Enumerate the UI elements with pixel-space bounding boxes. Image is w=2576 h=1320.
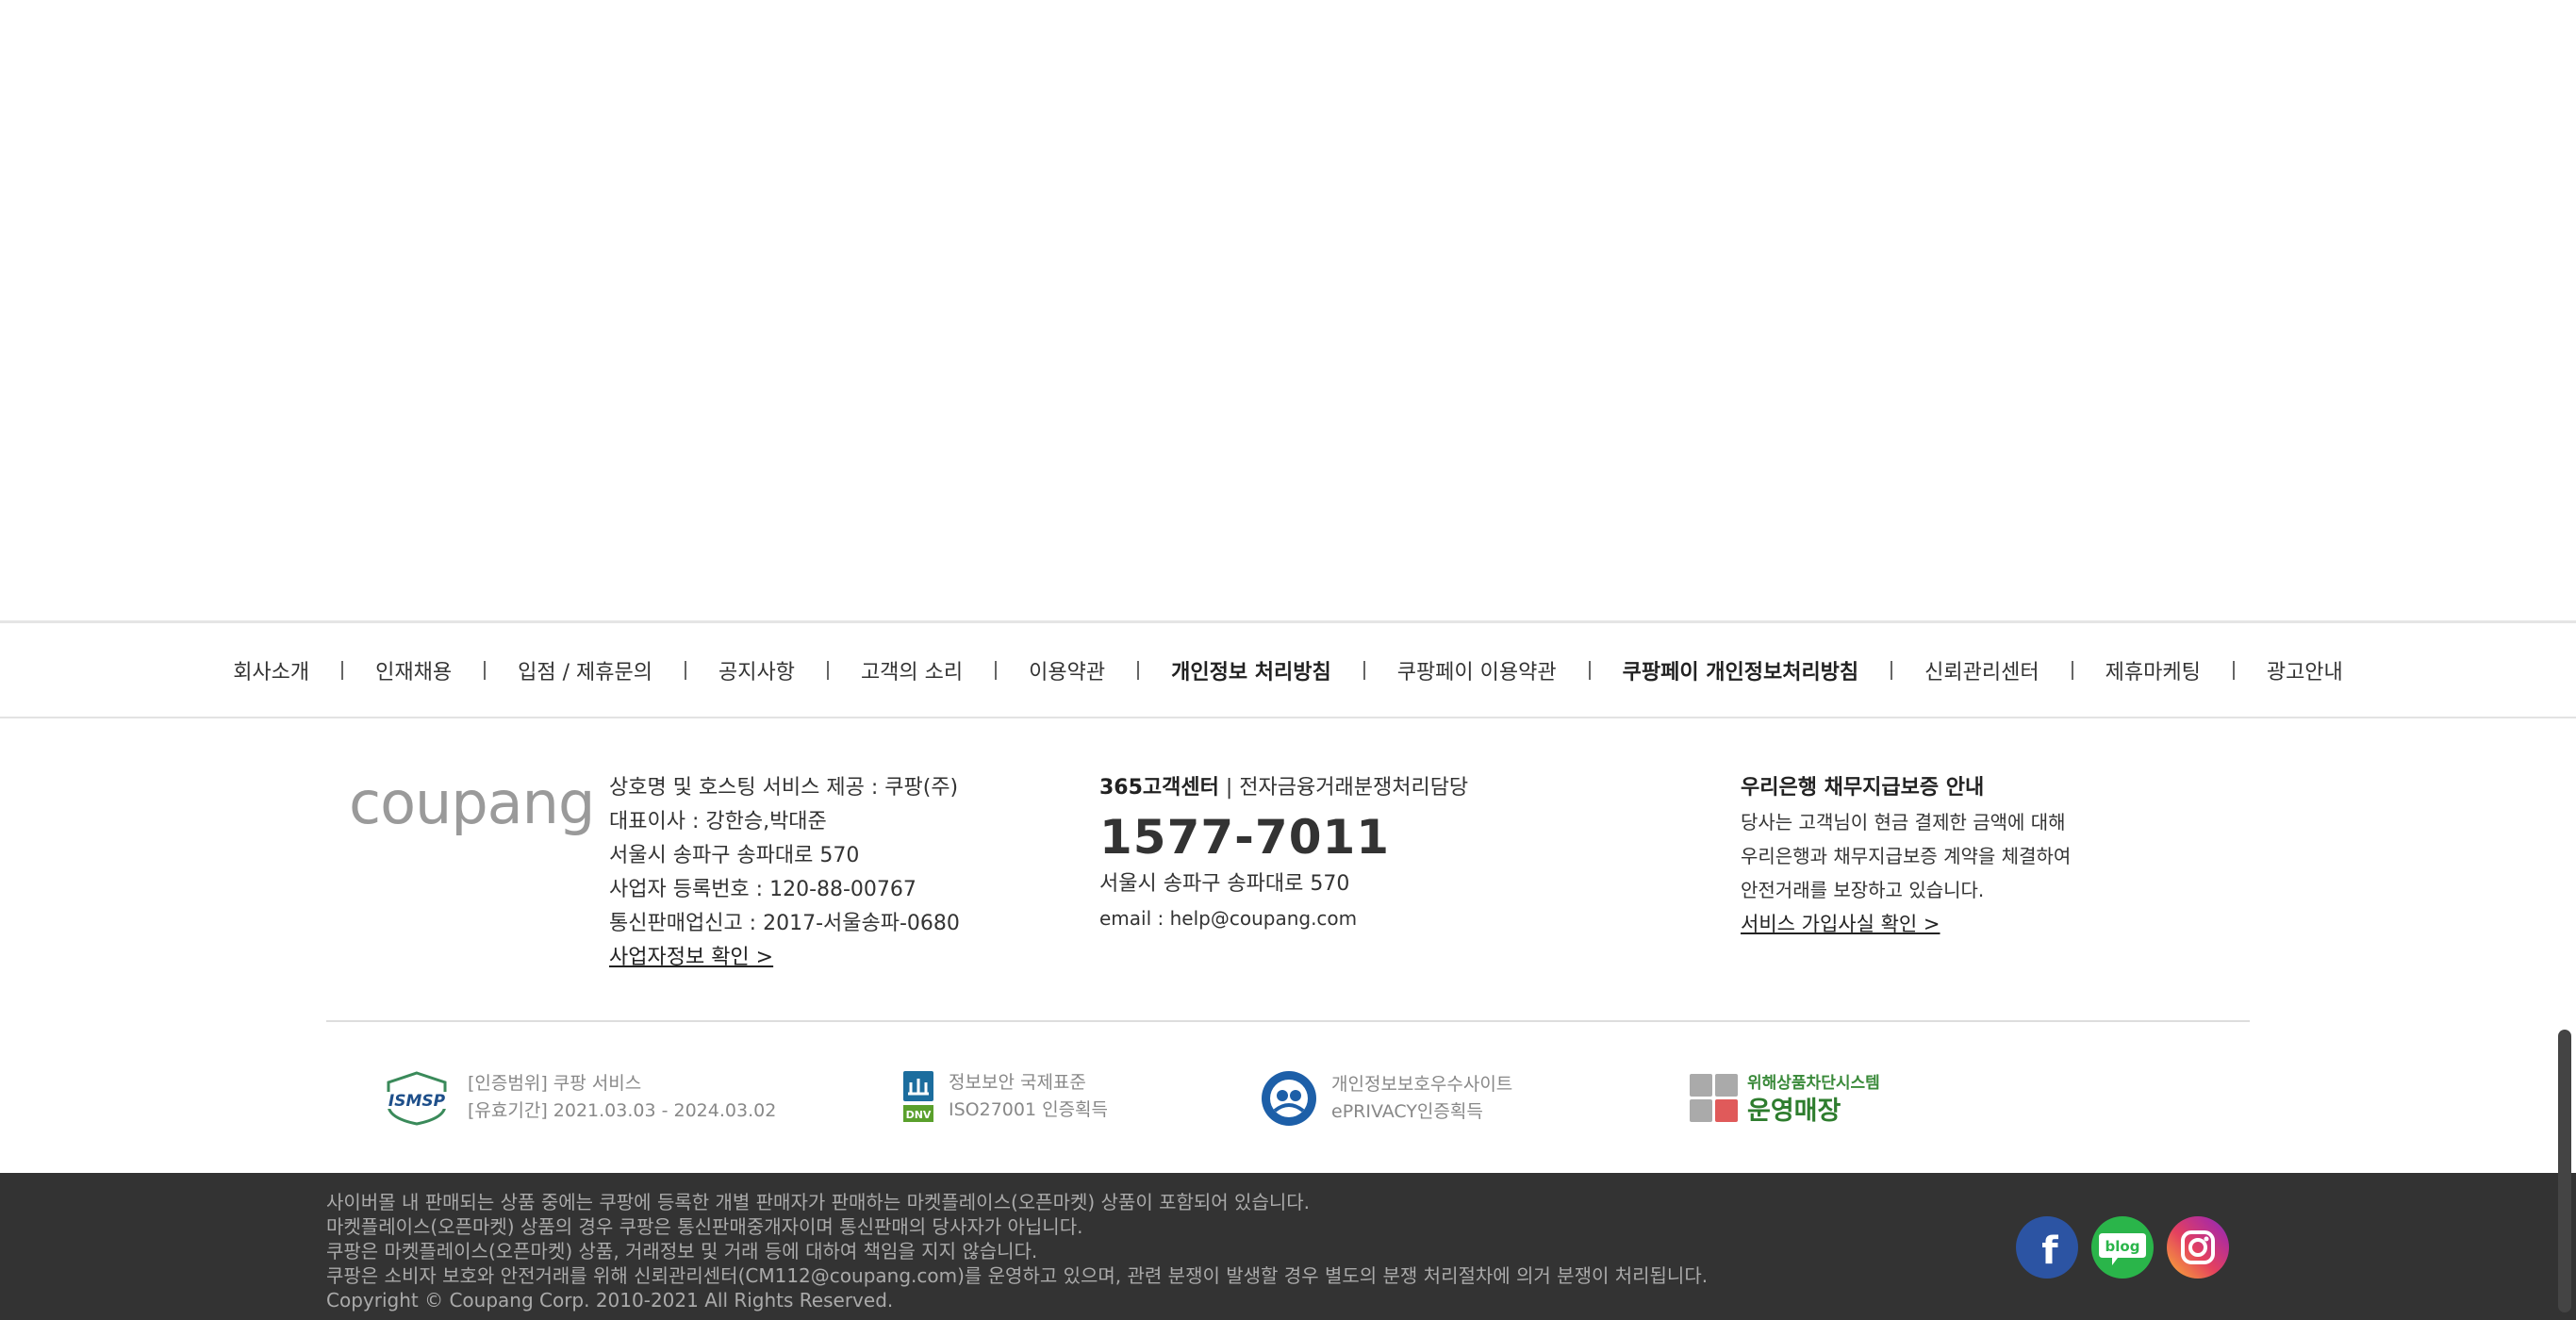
eprivacy-line-1: 개인정보보호우수사이트 [1331, 1074, 1513, 1095]
store-line-1: 위해상품차단시스템 [1747, 1074, 1880, 1093]
dnv-badge-icon: DNV [903, 1071, 933, 1122]
nav-separator [684, 660, 686, 680]
nav-separator [1137, 660, 1140, 680]
harmful-product-block-cert: 위해상품차단시스템 운영매장 [1690, 1069, 1880, 1126]
nav-terms[interactable]: 이용약관 [1029, 655, 1105, 685]
business-info-link[interactable]: 사업자정보 확인 > [609, 946, 773, 969]
copyright: Copyright © Coupang Corp. 2010-2021 All … [326, 1289, 894, 1312]
nav-advertising[interactable]: 광고안내 [2267, 655, 2343, 685]
cs-title-rest: | 전자금융거래분쟁처리담당 [1218, 776, 1469, 800]
nav-separator [1362, 660, 1365, 680]
nav-notice[interactable]: 공지사항 [718, 655, 795, 685]
coupang-logo: coupang [349, 768, 595, 837]
nav-careers[interactable]: 인재채용 [375, 655, 452, 685]
iso-cert: DNV 정보보안 국제표준 ISO27001 인증획득 [901, 1069, 1108, 1124]
page: 회사소개 인재채용 입점 / 제휴문의 공지사항 고객의 소리 이용약관 개인정… [0, 0, 2576, 1320]
nav-separator [484, 660, 487, 680]
customer-service: 365고객센터 | 전자금융거래분쟁처리담당 1577-7011 서울시 송파구… [1099, 771, 1468, 935]
store-text: 위해상품차단시스템 운영매장 [1747, 1069, 1880, 1126]
facebook-icon[interactable]: f [2016, 1216, 2078, 1279]
store-badge-icon [1690, 1073, 1738, 1122]
iso-line-1: 정보보안 국제표준 [949, 1072, 1086, 1093]
nav-coupangpay-terms[interactable]: 쿠팡페이 이용약관 [1397, 655, 1557, 685]
mail-order-number: 통신판매업신고 : 2017-서울송파-0680 [609, 912, 960, 935]
isms-badge-icon: ISMSP [381, 1071, 453, 1126]
eprivacy-cert: 개인정보보호우수사이트 ePRIVACY인증획득 [1260, 1069, 1512, 1128]
cs-phone[interactable]: 1577-7011 [1099, 809, 1468, 866]
bank-line-1: 당사는 고객님이 현금 결제한 금액에 대해 [1741, 811, 2066, 833]
nav-separator [2071, 660, 2073, 680]
social-links: f blog [2003, 1216, 2229, 1279]
legal-notices: 사이버몰 내 판매되는 상품 중에는 쿠팡에 등록한 개별 판매자가 판매하는 … [326, 1190, 1708, 1312]
company-address: 서울시 송파구 송파대로 570 [609, 844, 860, 867]
nav-separator [341, 660, 344, 680]
nav-affiliate-marketing[interactable]: 제휴마케팅 [2105, 655, 2201, 685]
bank-title: 우리은행 채무지급보증 안내 [1741, 776, 1985, 800]
nav-trust-center[interactable]: 신뢰관리센터 [1924, 655, 2039, 685]
blog-glyph: blog [2105, 1238, 2140, 1255]
nav-customer-voice[interactable]: 고객의 소리 [861, 655, 963, 685]
isms-cert: ISMSP [인증범위] 쿠팡 서비스 [유효기간] 2021.03.03 - … [379, 1069, 776, 1126]
scrollbar-thumb[interactable] [2558, 1030, 2571, 1312]
dnv-logo-text: DNV [906, 1109, 932, 1121]
service-subscription-link[interactable]: 서비스 가입사실 확인 > [1741, 913, 1940, 935]
company-info: 상호명 및 호스팅 서비스 제공 : 쿠팡(주) 대표이사 : 강한승,박대준 … [609, 771, 960, 975]
instagram-icon[interactable] [2167, 1216, 2229, 1279]
cs-email: email : help@coupang.com [1099, 907, 1358, 930]
iso-line-2: ISO27001 인증획득 [949, 1099, 1109, 1120]
nav-company-intro[interactable]: 회사소개 [233, 655, 309, 685]
notice-line-3: 쿠팡은 마켓플레이스(오픈마켓) 상품, 거래정보 및 거래 등에 대하여 책임… [326, 1240, 1038, 1262]
nav-partnership[interactable]: 입점 / 제휴문의 [518, 655, 652, 685]
isms-text: [인증범위] 쿠팡 서비스 [유효기간] 2021.03.03 - 2024.0… [468, 1070, 776, 1125]
isms-logo-text: ISMSP [388, 1092, 446, 1111]
company-name: 상호명 및 호스팅 서비스 제공 : 쿠팡(주) [609, 776, 959, 800]
isms-period: [유효기간] 2021.03.03 - 2024.03.02 [468, 1100, 777, 1121]
footer-divider [326, 1020, 2250, 1022]
nav-separator [1588, 660, 1591, 680]
notice-line-1: 사이버몰 내 판매되는 상품 중에는 쿠팡에 등록한 개별 판매자가 판매하는 … [326, 1191, 1311, 1213]
iso-text: 정보보안 국제표준 ISO27001 인증획득 [949, 1069, 1108, 1124]
bank-line-3: 안전거래를 보장하고 있습니다. [1741, 879, 1985, 901]
bank-guarantee: 우리은행 채무지급보증 안내 당사는 고객님이 현금 결제한 금액에 대해 우리… [1741, 771, 2071, 942]
nav-separator [1891, 660, 1893, 680]
business-number: 사업자 등록번호 : 120-88-00767 [609, 878, 916, 901]
bank-line-2: 우리은행과 채무지급보증 계약을 체결하여 [1741, 845, 2072, 867]
blog-icon[interactable]: blog [2091, 1216, 2154, 1279]
nav-coupangpay-privacy[interactable]: 쿠팡페이 개인정보처리방침 [1623, 655, 1859, 685]
notice-line-2: 마켓플레이스(오픈마켓) 상품의 경우 쿠팡은 통신판매중개자이며 통신판매의 … [326, 1215, 1083, 1238]
footer-nav: 회사소개 인재채용 입점 / 제휴문의 공지사항 고객의 소리 이용약관 개인정… [0, 620, 2576, 718]
cs-title-bold: 365고객센터 [1099, 776, 1219, 800]
page-scrollbar[interactable] [2555, 0, 2576, 1320]
nav-separator [826, 660, 829, 680]
eprivacy-badge-icon [1262, 1071, 1316, 1126]
nav-separator [995, 660, 998, 680]
eprivacy-line-2: ePRIVACY인증획득 [1331, 1101, 1483, 1122]
nav-separator [2232, 660, 2235, 680]
facebook-glyph: f [2041, 1229, 2058, 1273]
cs-address: 서울시 송파구 송파대로 570 [1099, 872, 1350, 896]
footer-bottom-bar: 사이버몰 내 판매되는 상품 중에는 쿠팡에 등록한 개별 판매자가 판매하는 … [0, 1173, 2576, 1320]
store-line-2: 운영매장 [1747, 1097, 1841, 1126]
nav-privacy-policy[interactable]: 개인정보 처리방침 [1171, 655, 1331, 685]
isms-scope: [인증범위] 쿠팡 서비스 [468, 1073, 642, 1094]
notice-line-4: 쿠팡은 소비자 보호와 안전거래를 위해 신뢰관리센터(CM112@coupan… [326, 1264, 1709, 1287]
eprivacy-text: 개인정보보호우수사이트 ePRIVACY인증획득 [1331, 1071, 1512, 1126]
cs-title: 365고객센터 | 전자금융거래분쟁처리담당 [1099, 771, 1468, 805]
company-ceo: 대표이사 : 강한승,박대준 [609, 810, 827, 833]
